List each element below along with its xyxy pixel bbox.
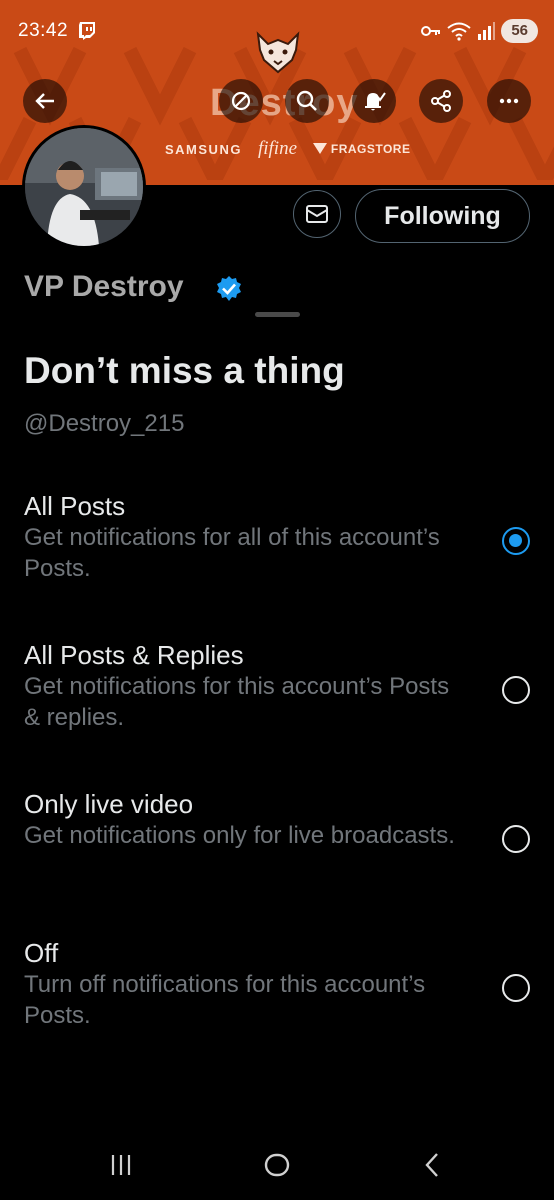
notifications-button[interactable] — [352, 79, 396, 123]
recents-icon — [111, 1155, 131, 1175]
search-button[interactable] — [285, 79, 329, 123]
account-handle: @Destroy_215 — [24, 410, 185, 437]
share-button[interactable] — [419, 79, 463, 123]
profile-name: VP Destroy — [24, 270, 184, 302]
option-title: Off — [24, 938, 59, 968]
radio-all-posts[interactable] — [502, 527, 530, 555]
fragstore-icon — [313, 143, 328, 154]
option-all-posts[interactable]: All Posts Get notifications for all of t… — [24, 490, 530, 584]
home-button[interactable] — [260, 1150, 294, 1180]
battery-icon: 56 — [501, 19, 538, 43]
home-icon — [264, 1153, 290, 1177]
avatar-photo — [25, 128, 143, 246]
option-only-live-video[interactable]: Only live video Get notifications only f… — [24, 788, 530, 853]
bell-icon — [365, 92, 386, 111]
radio-off[interactable] — [502, 974, 530, 1002]
avatar[interactable] — [22, 125, 146, 249]
sponsor-fragstore: FRAGSTORE — [313, 142, 410, 156]
sponsor-fifine: fifine — [257, 138, 298, 159]
back-chevron-icon — [425, 1153, 438, 1177]
mute-icon — [231, 91, 251, 111]
search-icon — [296, 90, 317, 111]
wifi-icon — [447, 22, 471, 41]
sponsor-samsung: SAMSUNG — [165, 141, 242, 157]
mute-button[interactable] — [219, 79, 263, 123]
more-options-button[interactable] — [487, 79, 531, 123]
option-title: All Posts & Replies — [24, 640, 244, 670]
more-icon — [499, 98, 519, 104]
option-description: Get notifications for all of this accoun… — [24, 524, 440, 582]
recents-button[interactable] — [105, 1150, 137, 1180]
sheet-title: Don’t miss a thing — [24, 350, 345, 391]
verified-badge-icon — [217, 276, 241, 301]
sponsor-fragstore-label: FRAGSTORE — [330, 142, 411, 156]
system-icons: 56 — [421, 18, 538, 44]
option-description: Turn off notifications for this account’… — [24, 971, 426, 1029]
following-button[interactable]: Following — [355, 189, 530, 243]
status-time: 23:42 — [18, 20, 69, 41]
radio-only-live-video[interactable] — [502, 825, 530, 853]
sponsor-row: SAMSUNG fifine FRAGSTORE — [165, 138, 410, 160]
twitch-icon — [79, 22, 95, 40]
share-icon — [431, 90, 451, 112]
option-title: Only live video — [24, 789, 194, 819]
option-title: All Posts — [24, 491, 126, 521]
sheet-drag-handle[interactable] — [255, 312, 300, 317]
system-nav-bar — [0, 1130, 554, 1200]
option-description: Get notifications for this account’s Pos… — [24, 673, 450, 731]
key-icon — [421, 26, 441, 36]
option-off[interactable]: Off Turn off notifications for this acco… — [24, 937, 530, 1031]
envelope-icon — [306, 205, 328, 223]
radio-all-posts-replies[interactable] — [502, 676, 530, 704]
back-button[interactable] — [23, 79, 67, 123]
option-all-posts-replies[interactable]: All Posts & Replies Get notifications fo… — [24, 639, 530, 733]
back-nav-button[interactable] — [418, 1150, 446, 1180]
back-arrow-icon — [35, 93, 54, 109]
option-description: Get notifications only for live broadcas… — [24, 822, 455, 849]
message-button[interactable] — [293, 190, 341, 238]
signal-icon — [478, 22, 496, 40]
status-bar: 23:42 56 — [0, 0, 554, 62]
